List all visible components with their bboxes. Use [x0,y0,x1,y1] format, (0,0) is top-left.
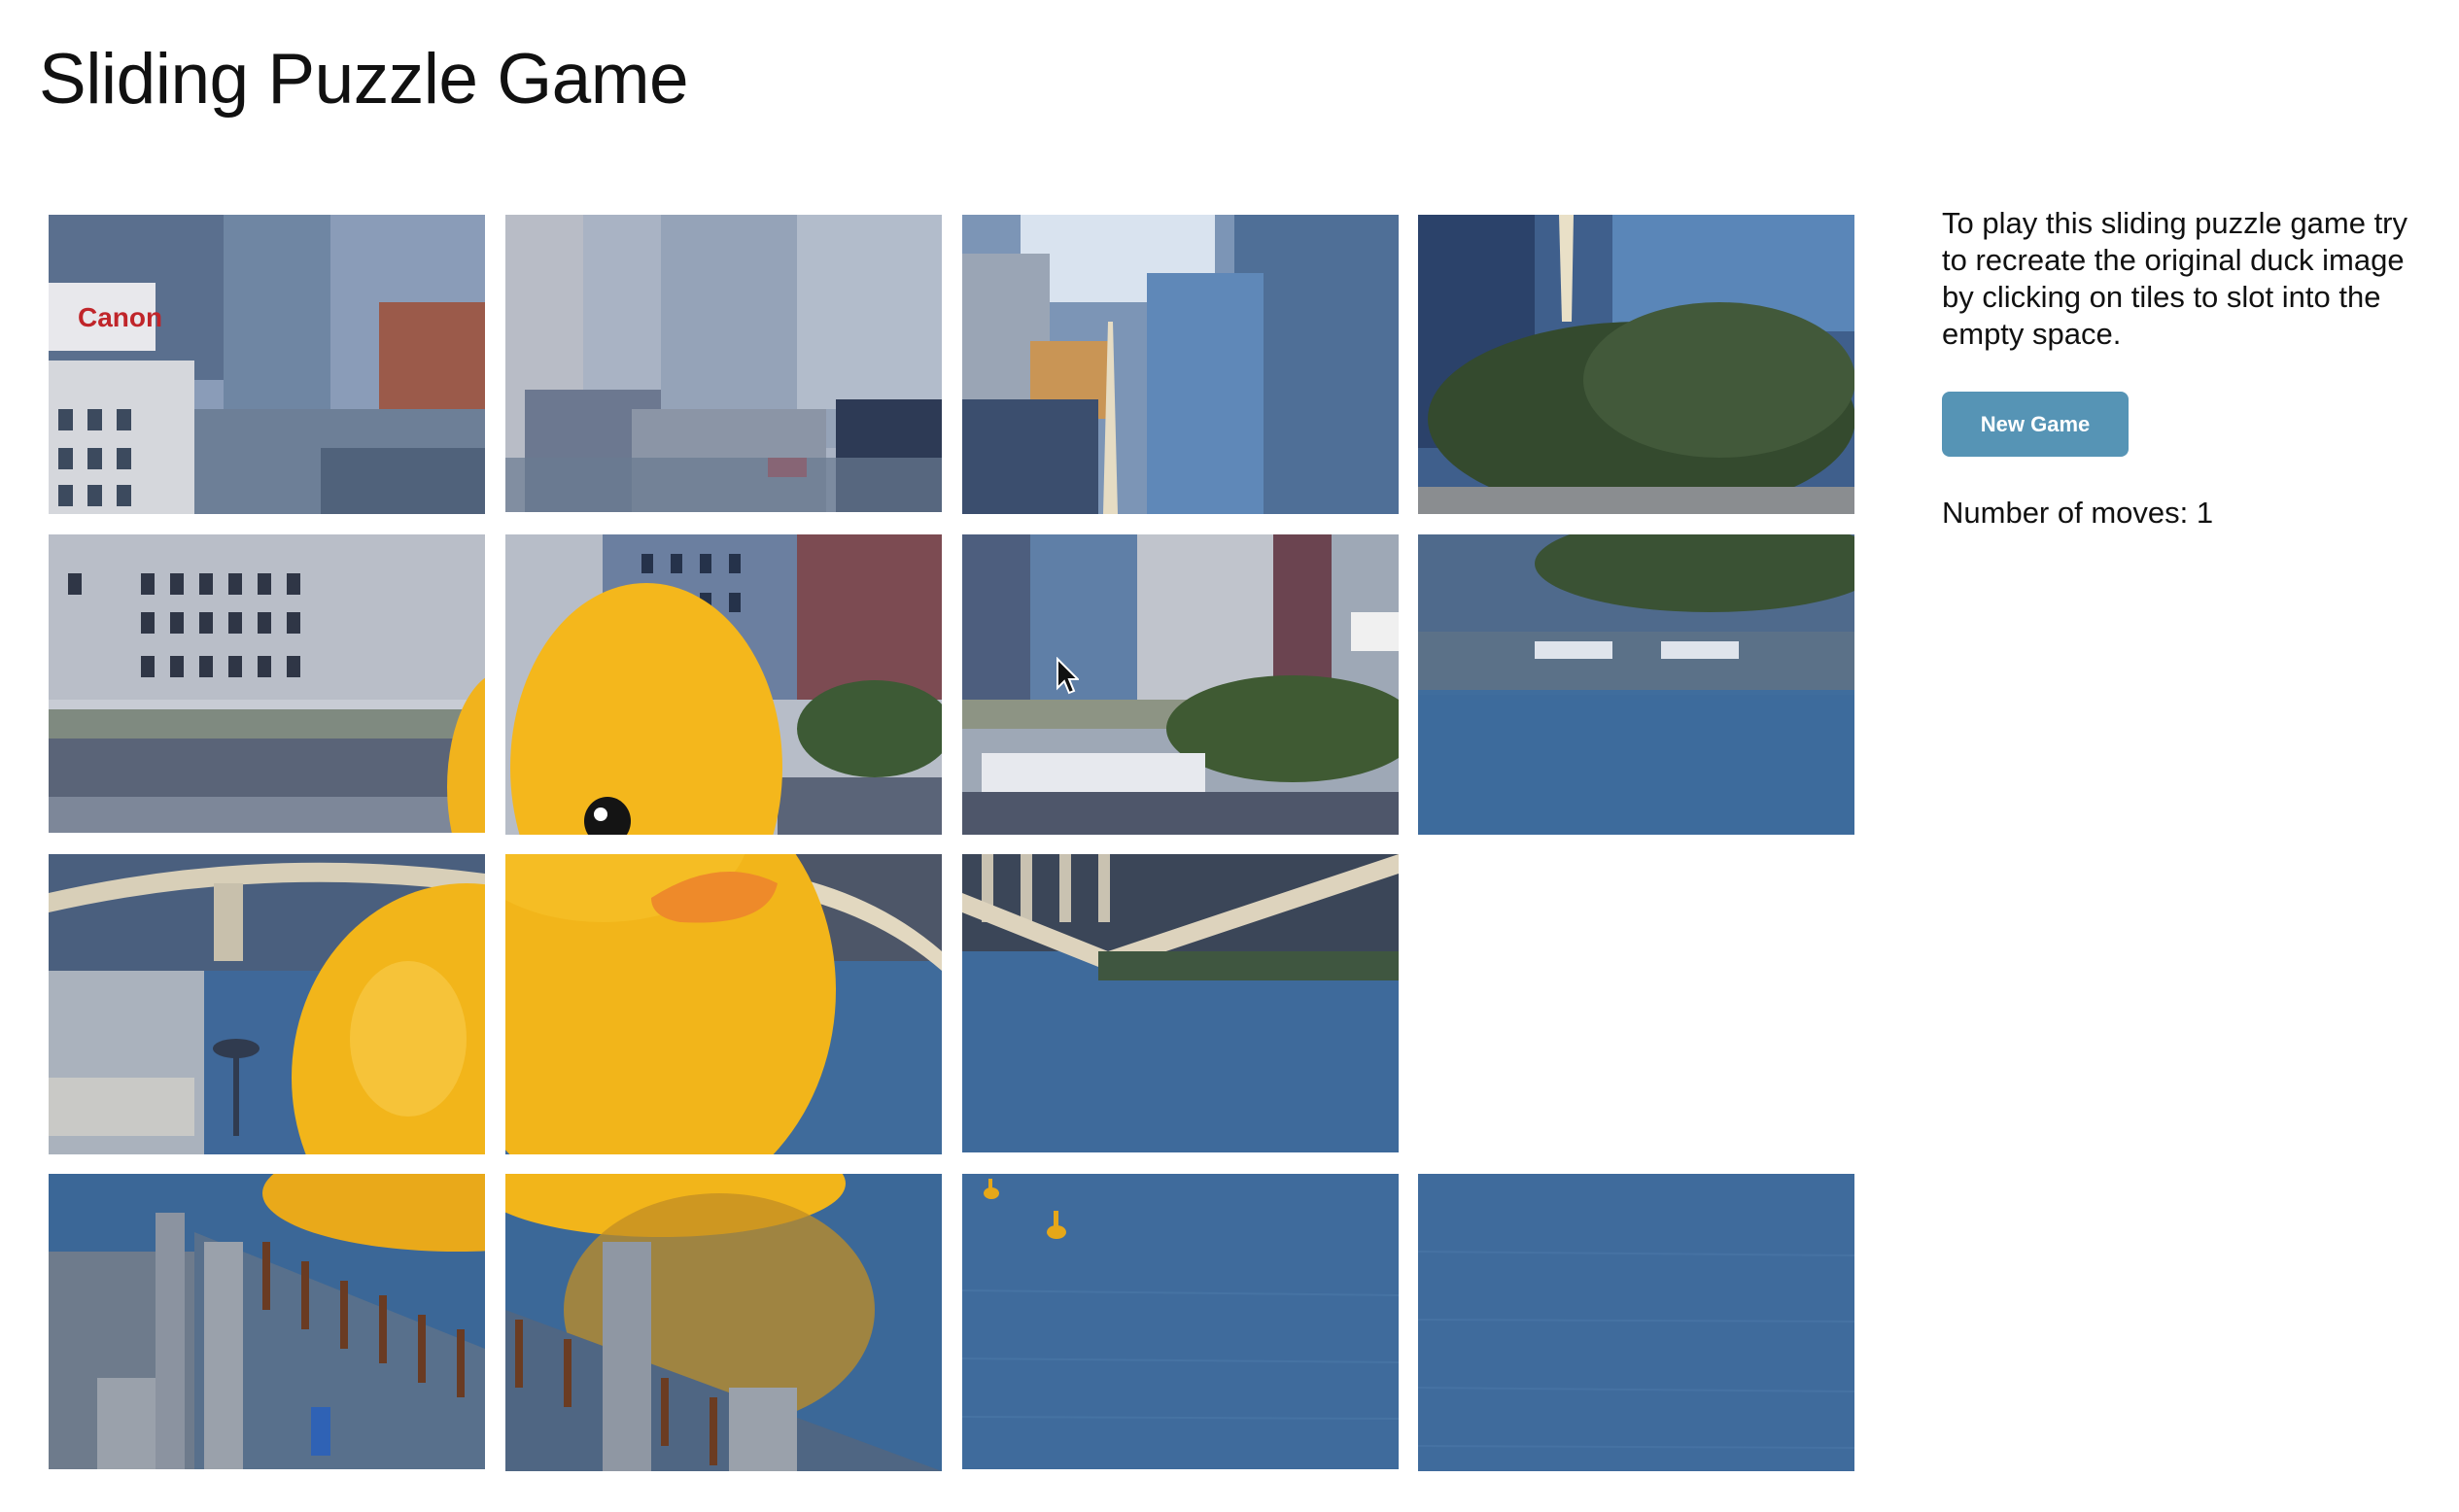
puzzle-tile[interactable] [1418,1174,1854,1471]
puzzle-tile[interactable] [49,1174,485,1469]
puzzle-tile[interactable] [962,534,1399,835]
puzzle-tile[interactable] [49,534,485,833]
puzzle-tile[interactable] [1418,215,1854,514]
puzzle-tile[interactable] [505,1174,942,1471]
moves-counter: Number of moves: 1 [1942,496,2428,531]
puzzle-tile[interactable] [49,854,485,1154]
new-game-button[interactable]: New Game [1942,392,2129,457]
puzzle-tile[interactable] [962,1174,1399,1469]
puzzle-tile[interactable] [962,854,1399,1152]
sidebar: To play this sliding puzzle game try to … [1942,205,2428,531]
puzzle-tile[interactable] [505,215,942,512]
puzzle-tile[interactable] [505,534,942,835]
mouse-cursor-icon [1056,657,1079,695]
empty-space [1418,854,1854,1154]
puzzle-board: Canon [49,215,1858,1471]
moves-label: Number of moves: [1942,496,2189,530]
page-title: Sliding Puzzle Game [39,40,689,119]
puzzle-tile[interactable] [505,854,942,1154]
puzzle-tile[interactable] [962,215,1399,514]
puzzle-tile[interactable]: Canon [49,215,485,514]
puzzle-tile[interactable] [1418,534,1854,835]
svg-text:Canon: Canon [78,302,162,332]
moves-count: 1 [2196,496,2214,530]
instructions-text: To play this sliding puzzle game try to … [1942,206,2408,351]
